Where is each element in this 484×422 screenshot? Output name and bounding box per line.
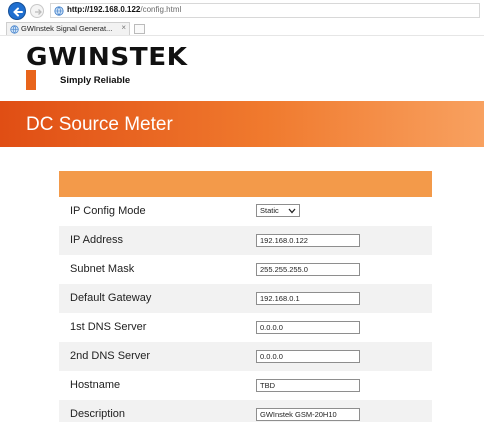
- row-label: 1st DNS Server: [70, 321, 147, 333]
- table-header-bar: [59, 171, 432, 197]
- ip-address-field[interactable]: 192.168.0.122: [256, 234, 360, 247]
- default-gateway-field[interactable]: 192.168.0.1: [256, 292, 360, 305]
- browser-address-bar: http://192.168.0.122/config.html: [0, 0, 484, 21]
- row-description: Description GWInstek GSM-20H10: [59, 400, 432, 422]
- url-host: http://192.168.0.122: [67, 5, 141, 14]
- row-subnet-mask: Subnet Mask 255.255.255.0: [59, 255, 432, 284]
- page-title: DC Source Meter: [26, 114, 173, 135]
- row-label: Description: [70, 408, 126, 420]
- row-label: Subnet Mask: [70, 263, 135, 275]
- logo-wordmark: GWINSTEK: [26, 42, 188, 71]
- back-button[interactable]: [8, 2, 26, 20]
- ip-config-mode-select[interactable]: Static: [256, 204, 300, 217]
- url-field[interactable]: http://192.168.0.122/config.html: [50, 3, 480, 18]
- row-hostname: Hostname TBD: [59, 371, 432, 400]
- globe-icon: [54, 6, 64, 16]
- row-dns1: 1st DNS Server 0.0.0.0: [59, 313, 432, 342]
- tab-title: GWInstek Signal Generat...: [21, 24, 113, 33]
- row-ip-address: IP Address 192.168.0.122: [59, 226, 432, 255]
- row-label: IP Config Mode: [70, 205, 146, 217]
- row-ip-config-mode: IP Config Mode Static: [59, 197, 432, 226]
- logo-slogan: Simply Reliable: [60, 75, 131, 86]
- row-label: Hostname: [70, 379, 121, 391]
- row-default-gateway: Default Gateway 192.168.0.1: [59, 284, 432, 313]
- row-label: IP Address: [70, 234, 123, 246]
- arrow-right-icon: [35, 9, 42, 15]
- brand-logo: GWINSTEK Simply Reliable: [26, 42, 187, 92]
- url-path: /config.html: [140, 5, 182, 14]
- forward-button[interactable]: [30, 4, 44, 18]
- row-dns2: 2nd DNS Server 0.0.0.0: [59, 342, 432, 371]
- arrow-left-icon: [13, 7, 23, 17]
- hostname-field[interactable]: TBD: [256, 379, 360, 392]
- subnet-mask-field[interactable]: 255.255.255.0: [256, 263, 360, 276]
- browser-tab[interactable]: GWInstek Signal Generat... ×: [6, 22, 130, 35]
- dns1-field[interactable]: 0.0.0.0: [256, 321, 360, 334]
- dns2-field[interactable]: 0.0.0.0: [256, 350, 360, 363]
- close-icon[interactable]: ×: [121, 23, 126, 32]
- globe-icon: [10, 25, 19, 34]
- row-label: Default Gateway: [70, 292, 152, 304]
- url-text: http://192.168.0.122/config.html: [67, 5, 181, 14]
- chevron-down-icon: [288, 208, 296, 214]
- logo-accent-bar: [26, 70, 36, 90]
- page-banner: DC Source Meter: [0, 101, 484, 147]
- network-config-table: IP Config Mode Static IP Address 192.168…: [59, 171, 432, 422]
- select-value: Static: [260, 206, 279, 215]
- new-tab-button[interactable]: [134, 24, 145, 34]
- row-label: 2nd DNS Server: [70, 350, 151, 362]
- browser-tab-bar: GWInstek Signal Generat... ×: [0, 21, 484, 36]
- description-field[interactable]: GWInstek GSM-20H10: [256, 408, 360, 421]
